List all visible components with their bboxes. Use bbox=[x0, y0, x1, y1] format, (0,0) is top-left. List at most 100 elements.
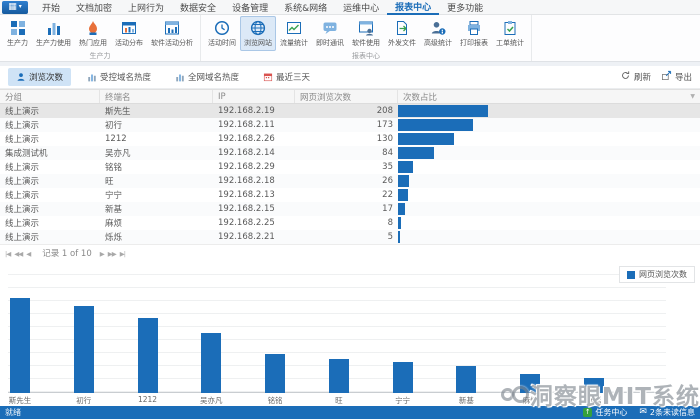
column-header-3[interactable]: IP bbox=[213, 90, 295, 103]
unread-messages-button[interactable]: ✉ 2条未读信息 bbox=[639, 407, 695, 418]
ratio-bar bbox=[398, 175, 409, 187]
chart-bar[interactable] bbox=[10, 298, 30, 393]
ratio-bar-cell bbox=[398, 104, 700, 118]
flame-icon bbox=[85, 19, 101, 37]
chart-bar[interactable] bbox=[265, 354, 285, 393]
menu-item-2[interactable]: 文档加密 bbox=[68, 0, 120, 15]
menu-item-6[interactable]: 系统&网络 bbox=[276, 0, 335, 15]
nav-prev-button-3[interactable]: ◀ bbox=[26, 250, 30, 258]
chart-bar[interactable] bbox=[456, 366, 476, 393]
nav-next-button-2[interactable]: ▶▶ bbox=[108, 250, 116, 258]
legend-swatch-icon bbox=[627, 271, 635, 279]
ribbon-button-label: 活动分布 bbox=[115, 38, 143, 48]
terminal-cell: 吴亦凡 bbox=[100, 147, 213, 159]
view-tab-1[interactable]: 浏览次数 bbox=[8, 68, 71, 86]
ratio-bar-cell bbox=[398, 132, 700, 146]
view-tab-4[interactable]: 最近三天 bbox=[255, 68, 318, 86]
menu-items: 开始文档加密上网行为数据安全设备管理系统&网络运维中心报表中心更多功能 bbox=[34, 0, 491, 15]
calendar-red-icon bbox=[263, 72, 273, 82]
ribbon-button-grid[interactable]: 生产力 bbox=[3, 16, 32, 51]
ribbon-button-appuse[interactable]: 软件使用 bbox=[348, 16, 384, 51]
ribbon-button-label: 软件使用 bbox=[352, 38, 380, 48]
ribbon-button-label: 生产力 bbox=[7, 38, 28, 48]
chart-bar[interactable] bbox=[584, 378, 604, 393]
terminal-cell: 初行 bbox=[100, 119, 213, 131]
app-menu-button[interactable]: ▦▾ bbox=[2, 1, 28, 14]
column-header-1[interactable]: 分组 bbox=[0, 90, 100, 103]
menu-item-8[interactable]: 报表中心 bbox=[387, 0, 439, 15]
x-axis-label: 新基 bbox=[459, 395, 474, 406]
view-tab-label: 最近三天 bbox=[276, 71, 310, 83]
ribbon-button-docout[interactable]: 外发文件 bbox=[384, 16, 420, 51]
ribbon-button-clock[interactable]: 活动时间 bbox=[204, 16, 240, 51]
column-header-5[interactable]: 次数占比▼ bbox=[398, 90, 700, 103]
nav-prev-button-2[interactable]: ◀◀ bbox=[14, 250, 22, 258]
export-icon bbox=[661, 70, 672, 84]
table-row[interactable]: 线上演示新基192.168.2.1517 bbox=[0, 202, 700, 216]
menu-item-4[interactable]: 数据安全 bbox=[172, 0, 224, 15]
table-row[interactable]: 集成测试机吴亦凡192.168.2.1484 bbox=[0, 146, 700, 160]
table-row[interactable]: 线上演示宁宁192.168.2.1322 bbox=[0, 188, 700, 202]
x-axis-label: 斯先生 bbox=[9, 395, 32, 406]
table-row[interactable]: 线上演示烁烁192.168.2.215 bbox=[0, 230, 700, 244]
chart-bar[interactable] bbox=[329, 359, 349, 393]
export-button[interactable]: 导出 bbox=[661, 70, 692, 84]
group-cell: 线上演示 bbox=[0, 133, 100, 145]
ribbon-button-userinfo[interactable]: 高级统计 bbox=[420, 16, 456, 51]
ribbon-button-winbars[interactable]: 活动分布 bbox=[111, 16, 147, 51]
calbars-icon bbox=[164, 19, 180, 37]
group-cell: 线上演示 bbox=[0, 189, 100, 201]
table-row[interactable]: 线上演示旺192.168.2.1826 bbox=[0, 174, 700, 188]
table-row[interactable]: 线上演示麻烦192.168.2.258 bbox=[0, 216, 700, 230]
menu-item-7[interactable]: 运维中心 bbox=[335, 0, 387, 15]
chart-bar[interactable] bbox=[201, 333, 221, 393]
x-axis-label: 麻烦 bbox=[523, 395, 538, 406]
chart-bar[interactable] bbox=[74, 306, 94, 393]
chart-bar-slot: 初行 bbox=[74, 306, 94, 393]
ratio-bar-cell bbox=[398, 188, 700, 202]
view-tab-3[interactable]: 全网域名热度 bbox=[167, 68, 247, 86]
menu-item-9[interactable]: 更多功能 bbox=[439, 0, 491, 15]
chart-bar[interactable] bbox=[138, 318, 158, 393]
ribbon-button-globe[interactable]: 浏览网站 bbox=[240, 16, 276, 51]
chart-bar[interactable] bbox=[393, 362, 413, 393]
ribbon-button-label: 活动时间 bbox=[208, 38, 236, 48]
clock-icon bbox=[214, 19, 230, 37]
group-cell: 线上演示 bbox=[0, 105, 100, 117]
table-row[interactable]: 线上演示铭铭192.168.2.2935 bbox=[0, 160, 700, 174]
count-cell: 22 bbox=[295, 190, 398, 200]
ribbon-button-clipboard[interactable]: 工单统计 bbox=[492, 16, 528, 51]
nav-left-buttons: |◀◀◀◀ bbox=[5, 249, 34, 258]
mail-icon: ✉ bbox=[639, 408, 647, 417]
view-tab-2[interactable]: 受控域名热度 bbox=[79, 68, 159, 86]
ribbon-button-bars[interactable]: 生产力使用 bbox=[32, 16, 75, 51]
nav-next-button-3[interactable]: ▶| bbox=[120, 250, 125, 258]
ip-cell: 192.168.2.21 bbox=[213, 232, 295, 242]
refresh-button[interactable]: 刷新 bbox=[620, 70, 651, 84]
chart-bar-slot: 吴亦凡 bbox=[201, 333, 221, 393]
table-row[interactable]: 线上演示斯先生192.168.2.19208 bbox=[0, 104, 700, 118]
status-bar: 就绪 ↑ 任务中心 ✉ 2条未读信息 bbox=[0, 406, 700, 419]
ribbon-button-flame[interactable]: 热门应用 bbox=[75, 16, 111, 51]
table-row[interactable]: 线上演示1212192.168.2.26130 bbox=[0, 132, 700, 146]
chart-bar[interactable] bbox=[520, 374, 540, 393]
ribbon-button-printer[interactable]: 打印报表 bbox=[456, 16, 492, 51]
column-header-4[interactable]: 网页浏览次数 bbox=[295, 90, 398, 103]
menu-item-3[interactable]: 上网行为 bbox=[120, 0, 172, 15]
menu-item-1[interactable]: 开始 bbox=[34, 0, 68, 15]
filter-dropdown-icon[interactable]: ▼ bbox=[690, 93, 695, 100]
refresh-label: 刷新 bbox=[634, 71, 651, 83]
table-row[interactable]: 线上演示初行192.168.2.11173 bbox=[0, 118, 700, 132]
task-center-button[interactable]: ↑ 任务中心 bbox=[583, 407, 627, 418]
x-axis-label: 初行 bbox=[76, 395, 91, 406]
ribbon-button-label: 工单统计 bbox=[496, 38, 524, 48]
ribbon-button-calbars[interactable]: 软件活动分析 bbox=[147, 16, 197, 51]
ribbon-button-chat[interactable]: 即时通讯 bbox=[312, 16, 348, 51]
nav-next-button-1[interactable]: ▶ bbox=[100, 250, 104, 258]
terminal-cell: 烁烁 bbox=[100, 231, 213, 243]
nav-prev-button-1[interactable]: |◀ bbox=[5, 250, 10, 258]
ratio-bar-cell bbox=[398, 174, 700, 188]
menu-item-5[interactable]: 设备管理 bbox=[224, 0, 276, 15]
ribbon-button-traffic[interactable]: 流量统计 bbox=[276, 16, 312, 51]
column-header-2[interactable]: 终端名 bbox=[100, 90, 213, 103]
